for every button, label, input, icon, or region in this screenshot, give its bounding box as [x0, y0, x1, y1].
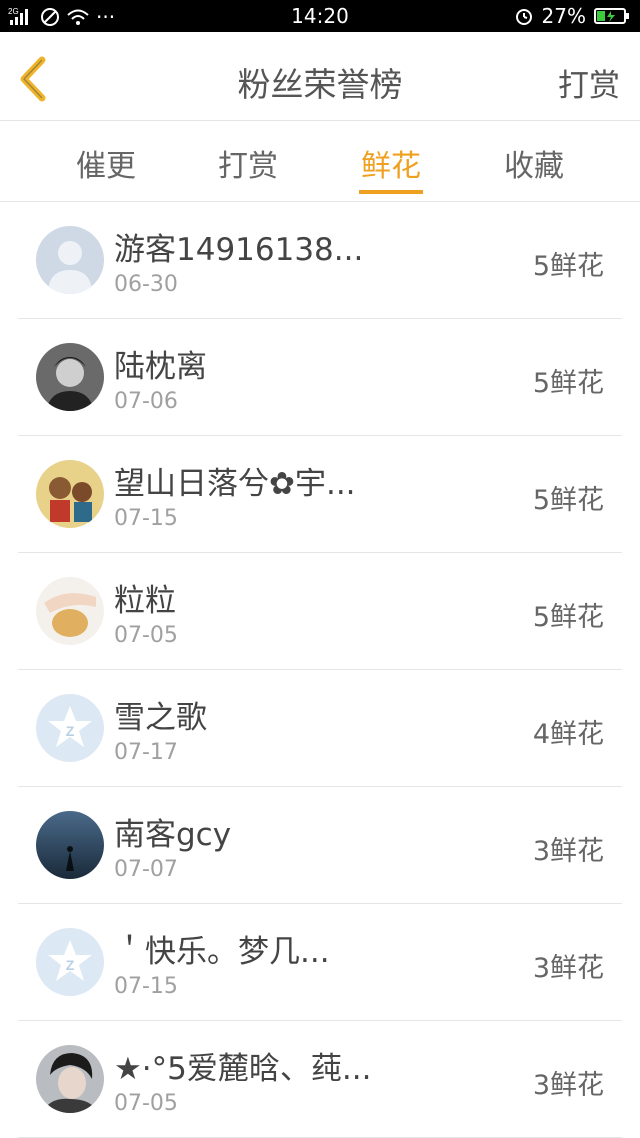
flower-count: 3鲜花	[532, 836, 604, 867]
fan-date: 07-17	[114, 740, 178, 765]
alarm-icon	[515, 9, 532, 25]
avatar-photo	[36, 460, 104, 528]
flower-count: 5鲜花	[532, 485, 604, 516]
status-bar: 2G ··· 14:20 27%	[0, 0, 640, 32]
battery-charging-icon	[594, 8, 629, 24]
fan-ranking-list: 游客14916138... 06-30 5鲜花 陆枕离 07-06 5鲜花 望山…	[0, 202, 640, 1138]
list-item[interactable]: 南客gcy 07-07 3鲜花	[0, 787, 640, 904]
page-title: 粉丝荣誉榜	[237, 65, 403, 104]
avatar-qq-default: Z	[36, 928, 104, 996]
fan-name: 望山日落兮✿宇...	[114, 466, 356, 502]
reward-button[interactable]: 打赏	[558, 60, 620, 105]
fan-name: ★·°5爱麓晗、莼...	[114, 1051, 372, 1087]
avatar-photo	[36, 343, 104, 411]
top-navigation-bar: 粉丝荣誉榜 打赏	[0, 32, 640, 121]
status-right-icons: 27%	[514, 4, 630, 28]
tab-urge[interactable]: 催更	[51, 141, 161, 185]
flower-count: 5鲜花	[532, 368, 604, 399]
tab-favorites[interactable]: 收藏	[479, 141, 589, 185]
fan-date: 07-05	[114, 1091, 178, 1116]
avatar-photo	[36, 577, 104, 645]
fan-name: ＇快乐。梦几...	[114, 934, 330, 970]
battery-percent: 27%	[541, 4, 586, 28]
tab-reward[interactable]: 打赏	[193, 141, 303, 185]
flower-count: 5鲜花	[532, 251, 604, 282]
fan-date: 07-15	[114, 974, 178, 999]
list-item[interactable]: 陆枕离 07-06 5鲜花	[0, 319, 640, 436]
fan-name: 粒粒	[114, 583, 176, 619]
fan-name: 陆枕离	[114, 349, 207, 385]
flower-count: 3鲜花	[532, 953, 604, 984]
list-item[interactable]: ★·°5爱麓晗、莼... 07-05 3鲜花	[0, 1021, 640, 1138]
list-item[interactable]: Z ＇快乐。梦几... 07-15 3鲜花	[0, 904, 640, 1021]
list-item[interactable]: 望山日落兮✿宇... 07-15 5鲜花	[0, 436, 640, 553]
avatar-default-user	[36, 226, 104, 294]
fan-name: 游客14916138...	[114, 232, 364, 268]
tab-flowers[interactable]: 鲜花	[336, 141, 446, 185]
svg-text:Z: Z	[66, 723, 75, 739]
avatar-photo	[36, 811, 104, 879]
fan-name: 南客gcy	[114, 817, 232, 853]
avatar-photo	[36, 1045, 104, 1113]
flower-count: 3鲜花	[532, 1070, 604, 1101]
svg-text:Z: Z	[66, 957, 75, 973]
fan-date: 07-07	[114, 857, 178, 882]
list-item[interactable]: 粒粒 07-05 5鲜花	[0, 553, 640, 670]
active-tab-indicator	[359, 190, 423, 194]
flower-count: 4鲜花	[532, 719, 604, 750]
fan-name: 雪之歌	[114, 700, 207, 736]
fan-date: 06-30	[114, 272, 178, 297]
fan-date: 07-06	[114, 389, 178, 414]
flower-count: 5鲜花	[532, 602, 604, 633]
list-item[interactable]: Z 雪之歌 07-17 4鲜花	[0, 670, 640, 787]
fan-date: 07-05	[114, 623, 178, 648]
ranking-tabs: 催更 打赏 鲜花 收藏	[0, 121, 640, 202]
list-item[interactable]: 游客14916138... 06-30 5鲜花	[0, 202, 640, 319]
avatar-qq-default: Z	[36, 694, 104, 762]
fan-date: 07-15	[114, 506, 178, 531]
